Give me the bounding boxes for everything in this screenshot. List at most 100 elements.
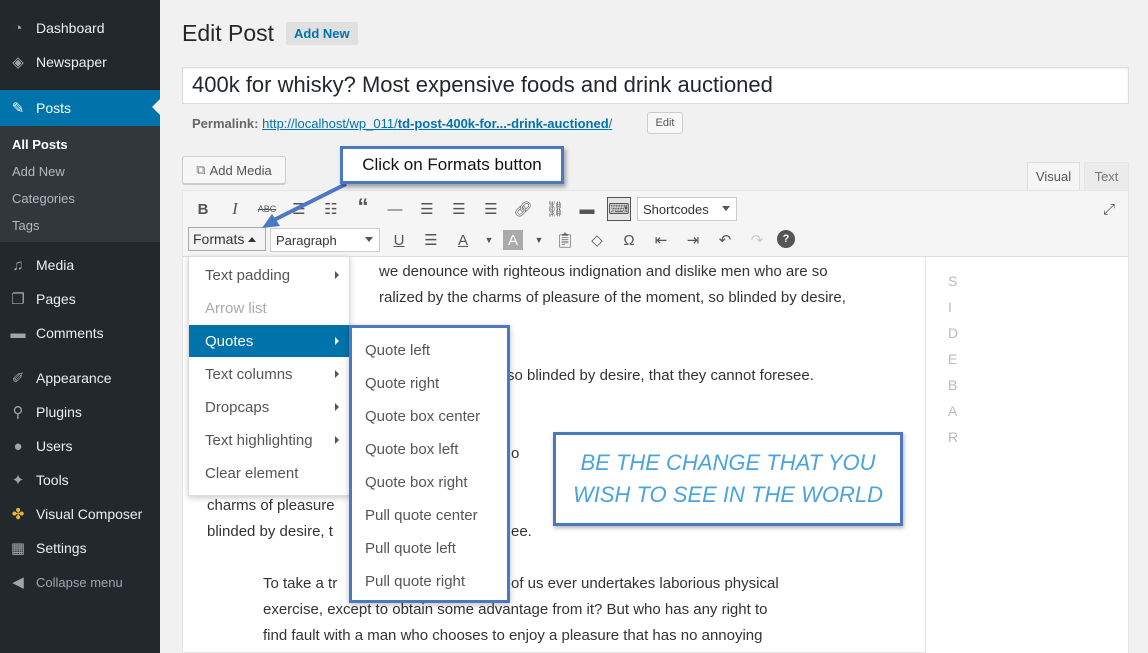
permalink-edit-button[interactable]: Edit (647, 112, 683, 134)
chevron-down-icon[interactable]: ▼ (527, 228, 551, 252)
sidebar-item-appearance[interactable]: ✐ Appearance (0, 361, 160, 395)
sidebar-item-label: Users (36, 438, 73, 454)
add-media-button[interactable]: ⧉ Add Media (182, 156, 286, 184)
link-icon[interactable]: 🔗︎ (511, 197, 535, 221)
format-label: Text columns (205, 365, 293, 383)
fullscreen-icon[interactable]: ⤢ (1097, 197, 1121, 221)
submenu-tags[interactable]: Tags (12, 218, 39, 233)
dashboard-icon: ◔ (13, 19, 23, 37)
format-quotes[interactable]: Quotes (189, 325, 349, 357)
sidebar-item-label: Newspaper (36, 54, 107, 70)
strikethrough-icon[interactable]: ABC (255, 197, 279, 221)
indent-icon[interactable]: ⇥ (681, 228, 705, 252)
collapse-label: Collapse menu (36, 574, 123, 590)
outdent-icon[interactable]: ⇤ (649, 228, 673, 252)
sidebar-item-posts[interactable]: ✎ Posts (0, 90, 160, 126)
paragraph-label: Paragraph (276, 232, 337, 248)
format-dropcaps[interactable]: Dropcaps (189, 391, 349, 423)
comments-icon: ▬ (10, 324, 26, 342)
tab-text[interactable]: Text (1084, 162, 1129, 190)
post-title-input[interactable]: 400k for whisky? Most expensive foods an… (182, 67, 1129, 104)
chevron-right-icon (335, 337, 339, 345)
paste-text-icon[interactable]: 📋︎ (553, 228, 577, 252)
read-more-icon[interactable]: ▬ (575, 197, 599, 221)
format-arrow-list: Arrow list (189, 292, 349, 324)
sidebar-item-visual-composer[interactable]: ✤ Visual Composer (0, 497, 160, 531)
collapse-menu[interactable]: ◀ Collapse menu (0, 565, 160, 599)
pull-quote-right-option[interactable]: Pull quote right (352, 565, 507, 598)
content-line: so blinded by desire, that they cannot f… (507, 367, 814, 384)
sidebar-item-label: Plugins (36, 404, 82, 420)
format-text-highlighting[interactable]: Text highlighting (189, 424, 349, 456)
quote-box-right-option[interactable]: Quote box right (352, 466, 507, 499)
permalink-link[interactable]: http://localhost/wp_011/td-post-400k-for… (262, 116, 612, 131)
clear-formatting-icon[interactable]: ◇ (585, 228, 609, 252)
numbered-list-icon[interactable]: ☷ (319, 197, 343, 221)
help-icon[interactable]: ? (777, 230, 795, 248)
pull-quote-center-option[interactable]: Pull quote center (352, 499, 507, 532)
toolbar-toggle-icon[interactable]: ⌨ (607, 197, 631, 221)
special-character-icon[interactable]: Ω (617, 228, 641, 252)
quote-box-sample: BE THE CHANGE THAT YOU WISH TO SEE IN TH… (553, 432, 903, 526)
sidebar-letter: A (948, 403, 958, 419)
sidebar-item-dashboard[interactable]: ◔ Dashboard (0, 11, 160, 45)
quote-box-left-option[interactable]: Quote box left (352, 433, 507, 466)
bold-icon[interactable]: B (191, 197, 215, 221)
shortcodes-label: Shortcodes (643, 201, 709, 217)
paragraph-select[interactable]: Paragraph (270, 228, 380, 252)
sidebar-item-newspaper[interactable]: ◈ Newspaper (0, 45, 160, 79)
sidebar-item-tools[interactable]: ✦ Tools (0, 463, 160, 497)
content-line: of us ever undertakes laborious physical (511, 575, 779, 592)
quote-box-center-option[interactable]: Quote box center (352, 400, 507, 433)
redo-icon[interactable]: ↷ (745, 228, 769, 252)
appearance-icon: ✐ (11, 370, 25, 387)
visual-composer-icon: ✤ (11, 506, 25, 523)
sidebar-item-users[interactable]: ● Users (0, 429, 160, 463)
settings-icon: ▦ (10, 540, 26, 557)
chevron-down-icon[interactable]: ▼ (477, 228, 501, 252)
quote-left-option[interactable]: Quote left (352, 334, 507, 367)
submenu-categories[interactable]: Categories (12, 191, 75, 206)
sidebar-letter: S (948, 273, 958, 289)
undo-icon[interactable]: ↶ (713, 228, 737, 252)
submenu-add-new[interactable]: Add New (12, 164, 65, 179)
bullet-list-icon[interactable]: ☰ (287, 197, 311, 221)
align-right-icon[interactable]: ☰ (479, 197, 503, 221)
sidebar-item-label: Pages (36, 291, 76, 307)
formats-button[interactable]: Formats (188, 227, 266, 251)
content-line: charms of pleasure (207, 497, 335, 514)
sidebar-item-pages[interactable]: ❐ Pages (0, 282, 160, 316)
align-center-icon[interactable]: ☰ (447, 197, 471, 221)
format-text-columns[interactable]: Text columns (189, 358, 349, 390)
background-color-icon[interactable]: A (503, 230, 523, 250)
sidebar-letter: B (948, 377, 958, 393)
format-label: Text padding (205, 266, 291, 284)
sidebar-item-comments[interactable]: ▬ Comments (0, 316, 160, 350)
blockquote-icon[interactable]: “ (351, 194, 375, 219)
align-left-icon[interactable]: ☰ (415, 197, 439, 221)
sidebar-item-plugins[interactable]: ⚲ Plugins (0, 395, 160, 429)
format-text-padding[interactable]: Text padding (189, 259, 349, 291)
horizontal-line-icon[interactable]: — (383, 197, 407, 221)
sidebar-letter: D (948, 325, 959, 341)
format-label: Arrow list (205, 299, 267, 317)
sidebar-item-media[interactable]: ♫ Media (0, 248, 160, 282)
format-clear-element[interactable]: Clear element (189, 457, 349, 489)
chevron-up-icon (248, 236, 257, 242)
sidebar-letter: I (948, 299, 952, 315)
sidebar-item-settings[interactable]: ▦ Settings (0, 531, 160, 565)
add-media-label: Add Media (209, 162, 272, 178)
shortcodes-select[interactable]: Shortcodes (637, 197, 737, 221)
italic-icon[interactable]: I (223, 197, 247, 221)
quote-right-option[interactable]: Quote right (352, 367, 507, 400)
pull-quote-left-option[interactable]: Pull quote left (352, 532, 507, 565)
text-color-icon[interactable]: A (451, 228, 475, 252)
submenu-all-posts[interactable]: All Posts (12, 137, 68, 152)
justify-icon[interactable]: ☰ (419, 228, 443, 252)
add-new-button[interactable]: Add New (286, 22, 358, 45)
underline-icon[interactable]: U (387, 228, 411, 252)
unlink-icon[interactable]: ⛓ (543, 197, 567, 221)
chevron-right-icon (335, 403, 339, 411)
content-line: find fault with a man who chooses to enj… (263, 627, 763, 644)
tab-visual[interactable]: Visual (1027, 162, 1080, 190)
